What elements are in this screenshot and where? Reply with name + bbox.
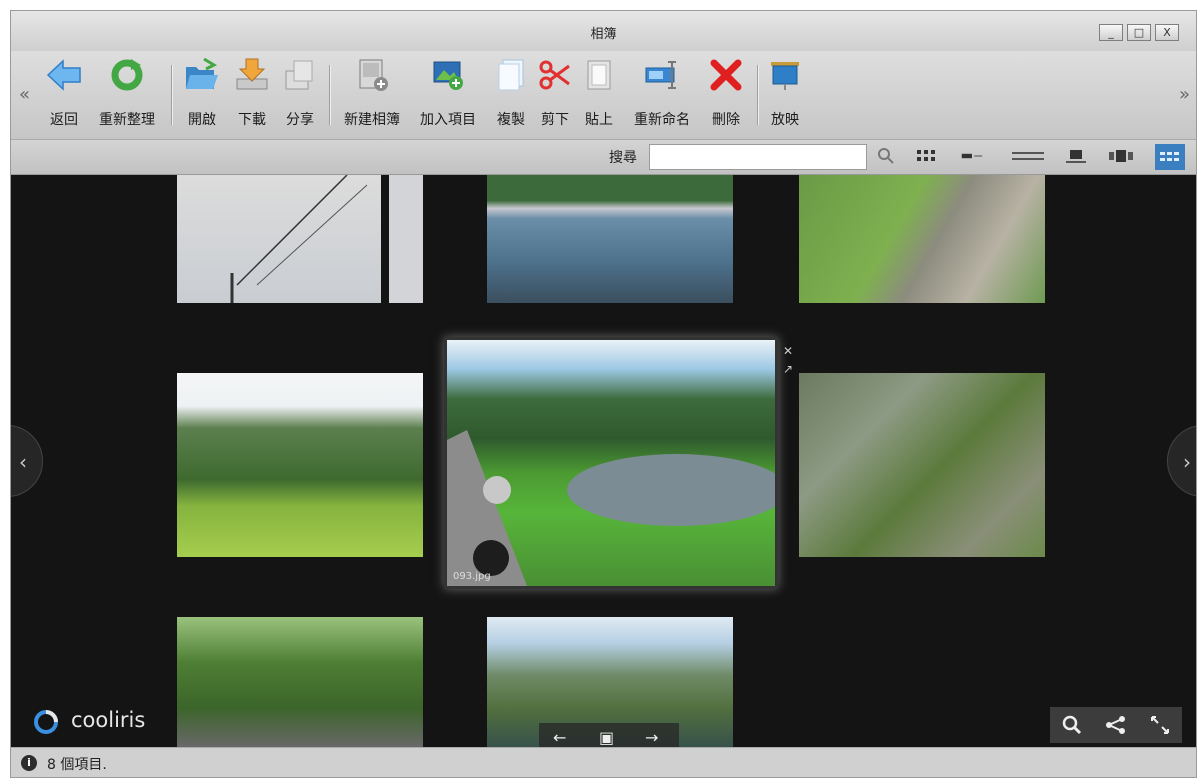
share-icon[interactable]	[1094, 707, 1138, 743]
download-label: 下載	[238, 112, 266, 128]
open-label: 開啟	[188, 112, 216, 128]
item-count: 8 個項目.	[47, 757, 107, 773]
play-slideshow-icon[interactable]: ▣	[599, 728, 614, 747]
close-preview-icon[interactable]: ✕	[781, 344, 795, 358]
maximize-button[interactable]: □	[1127, 24, 1151, 41]
paste-button[interactable]: 貼上	[577, 51, 621, 139]
slideshow-label: 放映	[771, 112, 799, 128]
cooliris-logo-icon	[34, 710, 58, 734]
search-bar: 搜尋	[11, 140, 1196, 175]
new-album-label: 新建相簿	[344, 112, 400, 128]
list-view-icon[interactable]	[1011, 148, 1045, 164]
tree-canopy-photo[interactable]	[177, 617, 423, 747]
back-label: 返回	[50, 112, 78, 128]
add-item-label: 加入項目	[420, 112, 476, 128]
delete-label: 刪除	[712, 112, 740, 128]
search-icon[interactable]	[877, 147, 895, 165]
back-arrow-icon	[46, 59, 81, 91]
copy-label: 複製	[497, 112, 525, 128]
search-label: 搜尋	[609, 150, 637, 166]
toolbar: « » 返回 重新整理 開啟 下載 分享 新建相簿 加入項目 複製 剪下 貼上 …	[11, 51, 1196, 140]
toolbar-scroll-left-icon[interactable]: «	[19, 84, 30, 105]
lake-boats-photo[interactable]	[487, 175, 733, 303]
copy-icon	[498, 59, 524, 91]
slideshow-controls: ← ▣ →	[539, 723, 679, 747]
cut-icon	[539, 60, 570, 90]
fullscreen-icon[interactable]	[1138, 707, 1182, 743]
new-album-icon	[359, 59, 388, 91]
refresh-label: 重新整理	[99, 112, 155, 128]
add-item-button[interactable]: 加入項目	[411, 51, 485, 139]
next-photo-icon[interactable]: →	[645, 728, 658, 747]
add-item-icon	[433, 61, 463, 90]
forest-trail-photo[interactable]	[799, 373, 1045, 557]
slideshow-button[interactable]: 放映	[763, 51, 807, 139]
toolbar-scroll-right-icon[interactable]: »	[1179, 84, 1190, 105]
open-folder-icon	[186, 57, 218, 89]
title-bar: 相簿 _ □ X	[11, 11, 1196, 51]
download-icon	[236, 58, 268, 90]
refresh-icon	[111, 59, 143, 91]
slideshow-icon	[771, 62, 799, 90]
status-bar: i 8 個項目.	[11, 747, 1196, 777]
grid-view-icon[interactable]	[915, 148, 937, 164]
viewer-controls	[1050, 707, 1182, 743]
cut-button[interactable]: 剪下	[535, 51, 575, 139]
garden-pond-photo[interactable]	[799, 175, 1045, 303]
toolbar-separator	[329, 65, 330, 125]
power-lines-photo[interactable]	[389, 175, 423, 303]
refresh-button[interactable]: 重新整理	[89, 51, 165, 139]
share-icon	[285, 60, 313, 90]
hillside-lawn-photo[interactable]	[177, 373, 423, 557]
download-button[interactable]: 下載	[229, 51, 275, 139]
power-lines-photo[interactable]	[177, 175, 381, 303]
selected-filename: 093.jpg	[453, 571, 491, 582]
share-button[interactable]: 分享	[277, 51, 323, 139]
window-title: 相簿	[590, 27, 617, 42]
open-external-icon[interactable]: ↗	[781, 362, 795, 376]
back-button[interactable]: 返回	[41, 51, 87, 139]
rename-icon	[645, 61, 676, 89]
album-window: 相簿 _ □ X « » 返回 重新整理 開啟 下載 分享 新建相簿 加入項目 …	[10, 10, 1197, 778]
rename-label: 重新命名	[634, 112, 690, 128]
cut-label: 剪下	[541, 112, 569, 128]
open-button[interactable]: 開啟	[179, 51, 225, 139]
delete-button[interactable]: 刪除	[703, 51, 749, 139]
coverflow-view-icon[interactable]	[1107, 148, 1135, 164]
new-album-button[interactable]: 新建相簿	[335, 51, 409, 139]
prev-page-icon[interactable]: ‹	[11, 425, 43, 497]
share-label: 分享	[286, 112, 314, 128]
close-window-button[interactable]: X	[1155, 24, 1179, 41]
list-detail-view-icon[interactable]	[961, 148, 983, 164]
logo-text: cooliris	[71, 708, 146, 732]
next-page-icon[interactable]: ›	[1167, 425, 1196, 497]
toolbar-separator	[171, 65, 172, 125]
lakeside-house-photo[interactable]: ← ▣ →	[487, 617, 733, 747]
cooliris-viewer: 093.jpg ✕ ↗ ← ▣ → ‹ › cooliris	[11, 175, 1196, 747]
toolbar-separator	[757, 65, 758, 125]
rename-button[interactable]: 重新命名	[625, 51, 699, 139]
info-icon: i	[21, 755, 37, 771]
lakeside-park-photo[interactable]: 093.jpg ✕ ↗	[447, 340, 793, 586]
minimize-button[interactable]: _	[1099, 24, 1123, 41]
copy-button[interactable]: 複製	[489, 51, 533, 139]
prev-photo-icon[interactable]: ←	[553, 728, 566, 747]
paste-label: 貼上	[585, 112, 613, 128]
cooliris-wall-view-icon[interactable]	[1155, 144, 1185, 170]
paste-icon	[587, 60, 611, 90]
delete-icon	[710, 59, 742, 91]
zoom-icon[interactable]	[1050, 707, 1094, 743]
search-input[interactable]	[649, 144, 867, 170]
single-view-icon[interactable]	[1065, 148, 1087, 164]
